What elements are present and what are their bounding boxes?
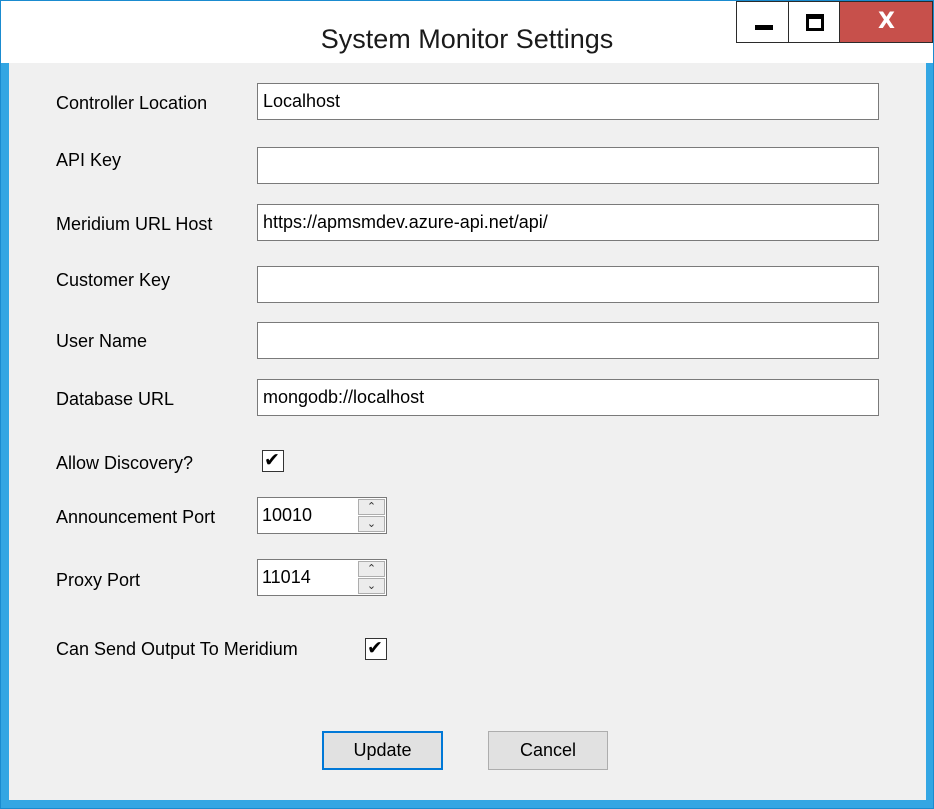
maximize-button[interactable] [788, 1, 840, 43]
announcement-port-stepper[interactable]: 10010 ⌃ ⌄ [257, 497, 387, 534]
chevron-up-icon: ⌃ [366, 500, 377, 513]
proxy-port-up-button[interactable]: ⌃ [358, 561, 385, 577]
proxy-port-stepper[interactable]: 11014 ⌃ ⌄ [257, 559, 387, 596]
announcement-port-spin-buttons: ⌃ ⌄ [358, 499, 385, 532]
database-url-label: Database URL [56, 389, 175, 409]
customer-key-input[interactable] [257, 266, 879, 303]
proxy-port-down-button[interactable]: ⌄ [358, 578, 385, 594]
update-button[interactable]: Update [322, 731, 443, 770]
controller-location-label: Controller Location [56, 93, 208, 113]
maximize-icon [806, 14, 824, 31]
customer-key-label: Customer Key [56, 270, 171, 290]
allow-discovery-checkbox[interactable]: ✔ [262, 449, 284, 472]
allow-discovery-label: Allow Discovery? [56, 453, 194, 473]
announcement-port-down-button[interactable]: ⌄ [358, 516, 385, 532]
proxy-port-label: Proxy Port [56, 570, 141, 590]
checkmark-icon: ✔ [367, 637, 383, 659]
close-icon: X [878, 9, 895, 34]
close-button[interactable]: X [840, 1, 933, 43]
title-bar[interactable]: System Monitor Settings X [1, 1, 933, 63]
api-key-input[interactable] [257, 147, 879, 184]
announcement-port-label: Announcement Port [56, 507, 216, 527]
user-name-label: User Name [56, 331, 148, 351]
database-url-input[interactable]: mongodb://localhost [257, 379, 879, 416]
send-output-label: Can Send Output To Meridium [56, 639, 298, 659]
checkmark-icon: ✔ [264, 449, 280, 471]
minimize-icon [755, 25, 773, 30]
chevron-down-icon: ⌄ [366, 517, 377, 530]
chevron-down-icon: ⌄ [366, 579, 377, 592]
minimize-button[interactable] [736, 1, 789, 43]
api-key-label: API Key [56, 150, 122, 170]
user-name-input[interactable] [257, 322, 879, 359]
settings-form: Controller Location Localhost API Key Me… [9, 63, 926, 800]
meridium-url-host-input[interactable]: https://apmsmdev.azure-api.net/api/ [257, 204, 879, 241]
meridium-url-host-label: Meridium URL Host [56, 214, 213, 234]
settings-window: System Monitor Settings X Controller Loc… [0, 0, 934, 809]
cancel-button[interactable]: Cancel [488, 731, 608, 770]
controller-location-input[interactable]: Localhost [257, 83, 879, 120]
chevron-up-icon: ⌃ [366, 562, 377, 575]
send-output-checkbox[interactable]: ✔ [365, 637, 387, 660]
proxy-port-spin-buttons: ⌃ ⌄ [358, 561, 385, 594]
proxy-port-value[interactable]: 11014 [262, 567, 311, 588]
announcement-port-up-button[interactable]: ⌃ [358, 499, 385, 515]
announcement-port-value[interactable]: 10010 [262, 505, 312, 526]
